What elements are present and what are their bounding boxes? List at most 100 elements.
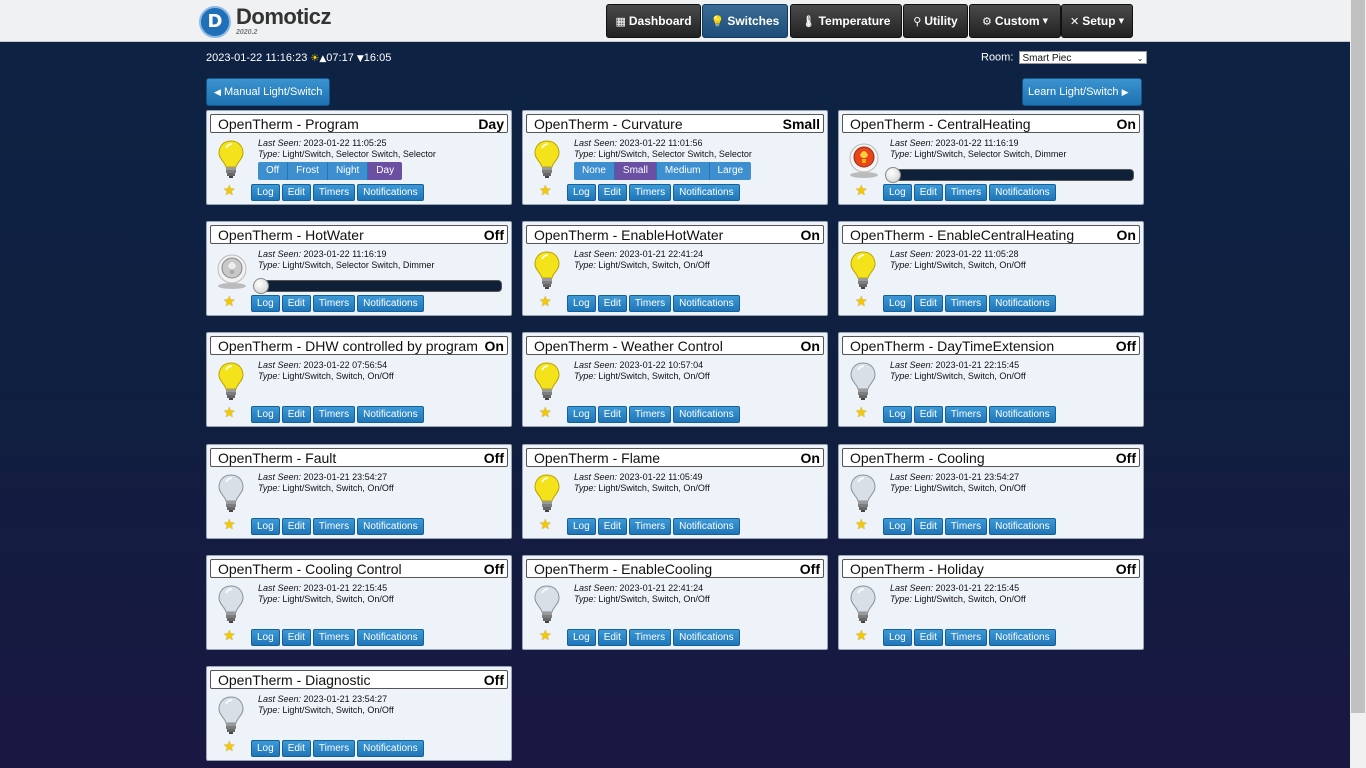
lightbulb-icon[interactable] bbox=[532, 250, 562, 290]
log-button[interactable]: Log bbox=[567, 295, 596, 312]
log-button[interactable]: Log bbox=[567, 629, 596, 646]
lightbulb-icon[interactable] bbox=[532, 361, 562, 401]
favorite-star-icon[interactable]: ★ bbox=[223, 294, 236, 310]
timers-button[interactable]: Timers bbox=[312, 518, 356, 535]
timers-button[interactable]: Timers bbox=[628, 295, 672, 312]
notifications-button[interactable]: Notifications bbox=[357, 184, 424, 201]
level-option-night[interactable]: Night bbox=[327, 162, 369, 180]
favorite-star-icon[interactable]: ★ bbox=[855, 517, 868, 533]
timers-button[interactable]: Timers bbox=[628, 184, 672, 201]
edit-button[interactable]: Edit bbox=[281, 518, 311, 535]
dimmer-icon[interactable] bbox=[216, 250, 247, 290]
edit-button[interactable]: Edit bbox=[913, 184, 943, 201]
timers-button[interactable]: Timers bbox=[944, 518, 988, 535]
notifications-button[interactable]: Notifications bbox=[357, 740, 424, 757]
edit-button[interactable]: Edit bbox=[913, 295, 943, 312]
level-option-large[interactable]: Large bbox=[709, 162, 752, 180]
notifications-button[interactable]: Notifications bbox=[673, 184, 740, 201]
slider-handle[interactable] bbox=[885, 167, 901, 183]
notifications-button[interactable]: Notifications bbox=[673, 295, 740, 312]
favorite-star-icon[interactable]: ★ bbox=[223, 739, 236, 755]
lightbulb-icon[interactable] bbox=[216, 139, 246, 179]
timers-button[interactable]: Timers bbox=[312, 740, 356, 757]
timers-button[interactable]: Timers bbox=[944, 295, 988, 312]
notifications-button[interactable]: Notifications bbox=[673, 406, 740, 423]
notifications-button[interactable]: Notifications bbox=[673, 629, 740, 646]
favorite-star-icon[interactable]: ★ bbox=[223, 183, 236, 199]
notifications-button[interactable]: Notifications bbox=[989, 629, 1056, 646]
edit-button[interactable]: Edit bbox=[281, 629, 311, 646]
timers-button[interactable]: Timers bbox=[312, 184, 356, 201]
log-button[interactable]: Log bbox=[567, 518, 596, 535]
edit-button[interactable]: Edit bbox=[281, 295, 311, 312]
log-button[interactable]: Log bbox=[567, 184, 596, 201]
favorite-star-icon[interactable]: ★ bbox=[855, 628, 868, 644]
edit-button[interactable]: Edit bbox=[281, 184, 311, 201]
edit-button[interactable]: Edit bbox=[913, 629, 943, 646]
lightbulb-icon[interactable] bbox=[532, 473, 562, 513]
notifications-button[interactable]: Notifications bbox=[989, 295, 1056, 312]
log-button[interactable]: Log bbox=[251, 295, 280, 312]
level-option-off[interactable]: Off bbox=[258, 162, 289, 180]
level-option-small[interactable]: Small bbox=[614, 162, 657, 180]
edit-button[interactable]: Edit bbox=[597, 629, 627, 646]
timers-button[interactable]: Timers bbox=[312, 629, 356, 646]
edit-button[interactable]: Edit bbox=[597, 518, 627, 535]
lightbulb-icon[interactable] bbox=[848, 361, 878, 401]
favorite-star-icon[interactable]: ★ bbox=[539, 628, 552, 644]
notifications-button[interactable]: Notifications bbox=[357, 629, 424, 646]
nav-utility-button[interactable]: ⚲ Utility bbox=[903, 4, 968, 38]
timers-button[interactable]: Timers bbox=[312, 406, 356, 423]
lightbulb-icon[interactable] bbox=[216, 584, 246, 624]
favorite-star-icon[interactable]: ★ bbox=[855, 183, 868, 199]
log-button[interactable]: Log bbox=[883, 295, 912, 312]
edit-button[interactable]: Edit bbox=[597, 184, 627, 201]
edit-button[interactable]: Edit bbox=[281, 406, 311, 423]
log-button[interactable]: Log bbox=[883, 184, 912, 201]
log-button[interactable]: Log bbox=[251, 629, 280, 646]
notifications-button[interactable]: Notifications bbox=[357, 406, 424, 423]
lightbulb-icon[interactable] bbox=[848, 584, 878, 624]
lightbulb-icon[interactable] bbox=[216, 361, 246, 401]
dimmer-slider[interactable] bbox=[885, 167, 1134, 183]
nav-dashboard-button[interactable]: ▦ Dashboard bbox=[606, 4, 701, 38]
notifications-button[interactable]: Notifications bbox=[989, 406, 1056, 423]
notifications-button[interactable]: Notifications bbox=[357, 518, 424, 535]
edit-button[interactable]: Edit bbox=[597, 295, 627, 312]
dimmer-icon[interactable] bbox=[848, 139, 879, 179]
log-button[interactable]: Log bbox=[883, 518, 912, 535]
lightbulb-icon[interactable] bbox=[848, 473, 878, 513]
nav-custom-button[interactable]: ⚙ Custom ▼ bbox=[969, 4, 1061, 38]
timers-button[interactable]: Timers bbox=[944, 406, 988, 423]
favorite-star-icon[interactable]: ★ bbox=[539, 517, 552, 533]
edit-button[interactable]: Edit bbox=[281, 740, 311, 757]
log-button[interactable]: Log bbox=[251, 740, 280, 757]
favorite-star-icon[interactable]: ★ bbox=[855, 294, 868, 310]
favorite-star-icon[interactable]: ★ bbox=[539, 294, 552, 310]
learn-light-switch-button[interactable]: Learn Light/Switch ▶ bbox=[1022, 78, 1142, 106]
nav-setup-button[interactable]: ✕ Setup ▼ bbox=[1061, 4, 1133, 38]
log-button[interactable]: Log bbox=[567, 406, 596, 423]
log-button[interactable]: Log bbox=[251, 184, 280, 201]
edit-button[interactable]: Edit bbox=[913, 518, 943, 535]
edit-button[interactable]: Edit bbox=[913, 406, 943, 423]
room-select[interactable]: Smart Piec ⌄ bbox=[1019, 51, 1148, 64]
lightbulb-icon[interactable] bbox=[532, 139, 562, 179]
timers-button[interactable]: Timers bbox=[944, 629, 988, 646]
favorite-star-icon[interactable]: ★ bbox=[223, 405, 236, 421]
domoticz-logo[interactable]: D Domoticz 2020.2 bbox=[199, 4, 332, 38]
level-option-none[interactable]: None bbox=[574, 162, 615, 180]
notifications-button[interactable]: Notifications bbox=[989, 184, 1056, 201]
nav-switches-button[interactable]: 💡 Switches bbox=[702, 4, 788, 38]
nav-temperature-button[interactable]: 🌡 Temperature bbox=[790, 4, 902, 38]
timers-button[interactable]: Timers bbox=[628, 406, 672, 423]
favorite-star-icon[interactable]: ★ bbox=[855, 405, 868, 421]
favorite-star-icon[interactable]: ★ bbox=[223, 628, 236, 644]
favorite-star-icon[interactable]: ★ bbox=[223, 517, 236, 533]
dimmer-slider[interactable] bbox=[253, 278, 502, 294]
notifications-button[interactable]: Notifications bbox=[357, 295, 424, 312]
log-button[interactable]: Log bbox=[251, 406, 280, 423]
notifications-button[interactable]: Notifications bbox=[673, 518, 740, 535]
manual-light-switch-button[interactable]: ◀ Manual Light/Switch bbox=[206, 78, 330, 106]
edit-button[interactable]: Edit bbox=[597, 406, 627, 423]
